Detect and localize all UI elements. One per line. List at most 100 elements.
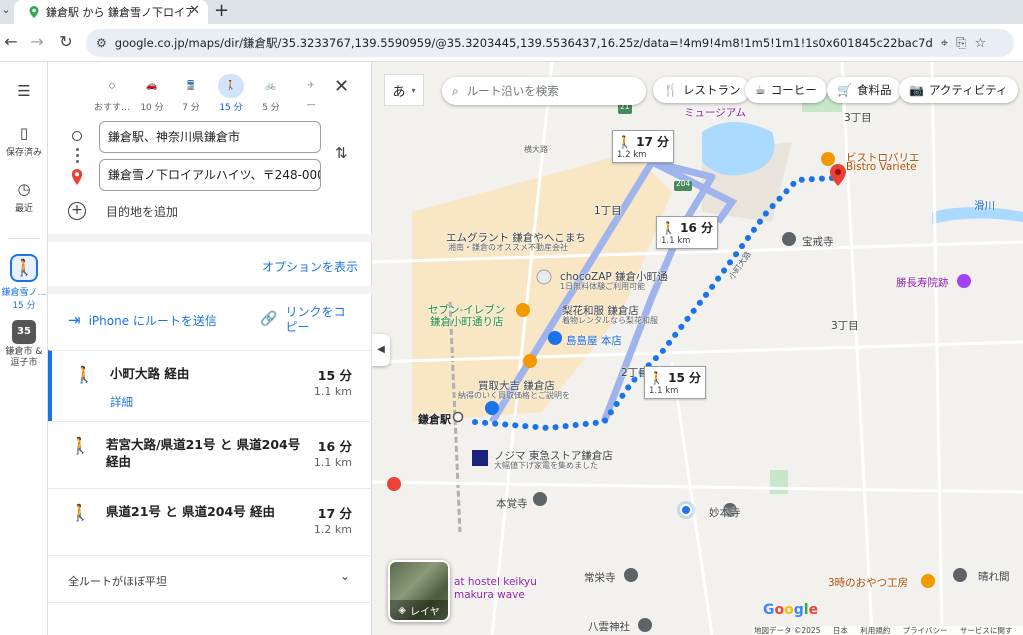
oyatsu-label: 3時のおやつ工房 [828,577,909,589]
region-link[interactable]: 日本 [833,626,848,635]
walking-icon: 🚶 [70,503,90,522]
map-graphics [372,62,1023,635]
input-method-button[interactable]: あ ▾ [384,74,424,106]
shimaya-label: 島島屋 本店 [566,335,622,347]
route-badge-15[interactable]: 🚶 15 分 1.1 km [644,366,707,399]
mode-flight[interactable]: ✈ — [291,74,331,110]
chip-activity[interactable]: 📷 アクティビティ [899,77,1018,103]
add-destination-label: 目的地を追加 [106,204,179,219]
badge-time: 17 分 [636,135,670,149]
chip-grocery-label: 食料品 [856,83,892,97]
mode-car-label: 10 分 [140,103,164,113]
route-badge-17[interactable]: 🚶 17 分 1.2 km [612,130,675,163]
route-name: 若宮大路/県道21号 と 県道204号 経由 [106,437,301,469]
browser-tab[interactable]: 鎌倉駅 から 鎌倉雪ノ下ロイアルハイツ ✕ [14,0,208,24]
options-link[interactable]: オプションを表示 [262,258,358,275]
park-area [770,470,788,494]
route-option-1[interactable]: 🚶 小町大路 経由 15 分 1.1 km 詳細 [48,350,372,421]
saved-button[interactable]: ▯ 保存済み [0,124,48,158]
address-bar[interactable]: ⚙ google.co.jp/maps/dir/鎌倉駅/35.3233767,1… [86,29,1014,57]
search-along-route-input[interactable]: ⌕ ルート沿いを検索 [442,77,646,105]
chevron-down-icon: ▾ [411,85,416,95]
badge-distance: 1.1 km [661,236,691,246]
site-info-icon[interactable]: ⚙ [96,36,107,50]
origin-input[interactable]: 鎌倉駅、神奈川県鎌倉市 [99,121,321,153]
route-option-3[interactable]: 🚶 県道21号 と 県道204号 経由 17 分 1.2 km [48,488,372,555]
chip-coffee[interactable]: ☕ コーヒー [745,77,827,103]
district-label: 1丁目 [594,205,622,217]
coffee-icon: ☕ [755,83,766,97]
city-shortcut[interactable]: 35 鎌倉市 & 逗子市 [0,320,48,369]
mode-bike-label: 5 分 [262,103,280,113]
route-time: 15 分 [317,368,352,383]
destination-input[interactable]: 鎌倉雪ノ下ロイアルハイツ、〒248-0005 [99,159,321,191]
mode-flight-label: — [306,100,316,110]
route-distance: 1.2 km [313,523,352,536]
collapse-panel-button[interactable]: ◀ [372,334,390,366]
privacy-link[interactable]: プライバシー [903,626,948,635]
store-logo-icon [472,450,488,466]
elevation-note: 全ルートがほぼ平坦 [68,575,167,588]
chevron-down-icon[interactable]: ⌄ [340,569,350,583]
bookmark-star-icon[interactable]: ☆ [975,36,987,51]
route-badge-16[interactable]: 🚶 16 分 1.1 km [656,216,719,249]
install-app-icon[interactable]: ⎘ [956,36,966,51]
hotel-sublabel: makura wave [454,589,525,601]
camera-icon: 📷 [909,83,924,97]
copy-link-button[interactable]: 🔗 リンクをコピー [260,305,355,335]
section-divider [48,286,372,294]
bicycle-icon: 🚲 [265,81,277,91]
chip-grocery[interactable]: 🛒 食料品 [827,77,902,103]
recent-button[interactable]: ◷ 最近 [0,180,48,214]
services-link[interactable]: サービスに関す [960,626,1013,635]
route-details-link[interactable]: 詳細 [110,394,133,410]
chip-restaurant[interactable]: 🍴 レストラン [653,77,751,103]
mode-walk[interactable]: 🚶 15 分 [211,74,251,113]
temple-poi-icon [624,568,638,582]
copy-link-label: リンクをコピー [285,305,346,334]
chevron-left-icon: ◀ [377,344,385,355]
city-thumbnail: 35 [12,320,36,344]
maps-favicon-icon [29,6,39,18]
route-option-2[interactable]: 🚶 若宮大路/県道21号 と 県道204号 経由 16 分 1.1 km [48,421,372,488]
waypoint-dot [76,148,79,151]
myohonji-label: 妙本寺 [709,507,741,519]
new-tab-button[interactable]: + [214,0,229,22]
tab-list-icon[interactable]: ⌄ [0,3,12,16]
restaurant-poi-icon [523,354,537,368]
ime-label: あ [392,84,406,100]
send-to-phone-button[interactable]: ⇥ iPhone にルートを送信 [68,311,217,329]
train-icon: 🚆 [185,81,197,91]
tab-strip: ⌄ 鎌倉駅 から 鎌倉雪ノ下ロイアルハイツ ✕ + [0,0,1023,24]
hotel-label: at hostel keikyu [454,576,537,588]
location-icon[interactable]: ⌖ [941,36,948,51]
street-label: 横大路 [524,145,548,154]
back-icon[interactable]: ← [0,32,22,51]
waypoint-dot [76,160,79,163]
terms-link[interactable]: 利用規約 [860,626,890,635]
reload-icon[interactable]: ↻ [55,32,77,51]
close-tab-icon[interactable]: ✕ [189,3,200,18]
trip-shortcut[interactable]: 🚶 鎌倉雪ノ… 15 分 [0,254,48,311]
forward-icon[interactable]: → [26,32,48,51]
menu-button[interactable]: ☰ [0,82,48,103]
waypoint-dot [76,154,79,157]
saved-label: 保存済み [5,148,42,158]
swap-directions-icon[interactable]: ⇅ [335,144,348,162]
restaurant-icon: 🍴 [663,83,678,97]
mode-best[interactable]: ◇ おすす… [92,74,132,113]
mode-transit[interactable]: 🚆 7 分 [171,74,211,113]
close-directions-icon[interactable]: ✕ [334,76,349,97]
historic-poi-icon [957,274,971,288]
send-to-phone-icon: ⇥ [68,311,81,329]
mode-car[interactable]: 🚗 10 分 [132,74,172,113]
recent-label: 最近 [14,204,33,214]
add-destination-button[interactable]: + 目的地を追加 [68,202,178,220]
map-canvas[interactable]: ミュージアム ビストロバリエ Bistro Variete 3丁目 横大路 1丁… [372,62,1023,635]
layers-button[interactable]: ◈ レイヤ [388,560,450,622]
yaegaki-label: 八雲神社 [588,621,630,633]
url-text[interactable]: google.co.jp/maps/dir/鎌倉駅/35.3233767,139… [115,35,933,51]
trip-time: 15 分 [12,301,36,311]
poi-icon [953,568,967,582]
mode-bike[interactable]: 🚲 5 分 [251,74,291,113]
